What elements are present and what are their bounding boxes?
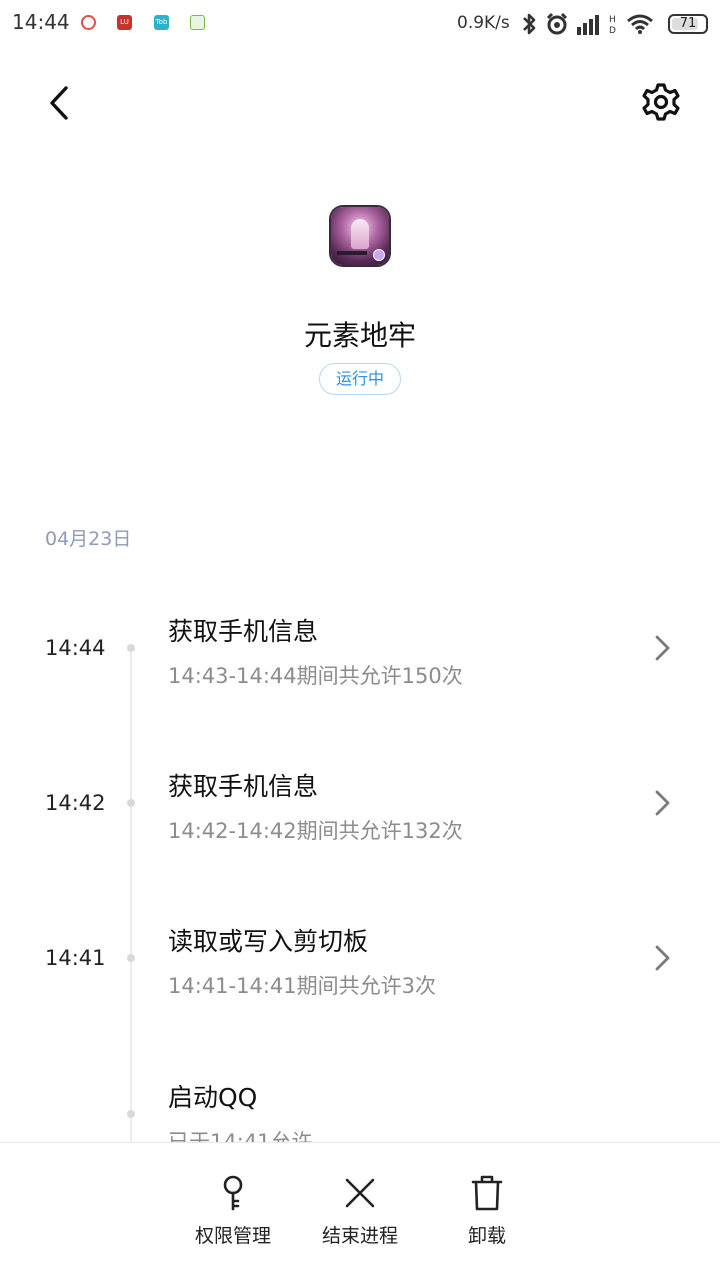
uninstall-button[interactable]: 卸载 bbox=[427, 1173, 547, 1253]
app-notification-1-icon bbox=[81, 15, 96, 30]
svg-text:D: D bbox=[609, 26, 616, 35]
timeline-detail: 14:41-14:41期间共允许3次 bbox=[168, 974, 436, 998]
settings-button[interactable] bbox=[638, 80, 684, 126]
chevron-right-icon bbox=[655, 635, 670, 661]
timeline-title: 获取手机信息 bbox=[168, 772, 319, 801]
timeline-dot bbox=[127, 1110, 135, 1118]
app-notification-4-icon bbox=[190, 15, 205, 30]
app-notification-3-icon: Tob bbox=[154, 15, 169, 30]
date-label: 04月23日 bbox=[45, 528, 132, 550]
bluetooth-icon bbox=[523, 13, 536, 35]
timeline-detail: 14:43-14:44期间共允许150次 bbox=[168, 664, 463, 688]
end-process-label: 结束进程 bbox=[321, 1225, 398, 1247]
signal-icon bbox=[577, 15, 599, 35]
chevron-right-icon bbox=[655, 945, 670, 971]
timeline-title: 启动QQ bbox=[168, 1083, 258, 1112]
status-bar: 14:44 LU Tob 0.9K/s H D 71 bbox=[0, 0, 720, 48]
wifi-icon bbox=[627, 14, 653, 34]
status-icons: H D bbox=[520, 10, 654, 38]
timeline-time: 14:41 bbox=[45, 946, 106, 970]
app-icon bbox=[331, 207, 389, 265]
app-name: 元素地牢 bbox=[303, 319, 416, 352]
end-process-button[interactable]: 结束进程 bbox=[300, 1173, 420, 1253]
timeline-dot bbox=[127, 799, 135, 807]
chevron-right-icon bbox=[655, 790, 670, 816]
hd-icon: H D bbox=[609, 15, 616, 35]
timeline-dot bbox=[127, 954, 135, 962]
uninstall-label: 卸载 bbox=[467, 1225, 506, 1247]
permissions-label: 权限管理 bbox=[194, 1225, 271, 1247]
status-badge: 运行中 bbox=[319, 363, 401, 395]
alarm-icon bbox=[546, 12, 568, 35]
battery-icon: 71 bbox=[668, 14, 708, 34]
battery-level: 71 bbox=[679, 16, 697, 31]
timeline-time: 14:42 bbox=[45, 791, 106, 815]
trash-icon bbox=[471, 1175, 503, 1211]
svg-text:H: H bbox=[609, 15, 616, 25]
gear-icon bbox=[642, 83, 680, 121]
status-time: 14:44 bbox=[12, 10, 70, 34]
timeline-title: 获取手机信息 bbox=[168, 617, 319, 646]
timeline-title: 读取或写入剪切板 bbox=[168, 927, 369, 956]
back-button[interactable] bbox=[38, 82, 82, 126]
permissions-button[interactable]: 权限管理 bbox=[173, 1173, 293, 1253]
app-notification-2-icon: LU bbox=[117, 15, 132, 30]
key-icon bbox=[223, 1175, 243, 1211]
timeline-item[interactable]: 14:44 获取手机信息 14:43-14:44期间共允许150次 bbox=[0, 600, 720, 720]
timeline-dot bbox=[127, 644, 135, 652]
close-icon bbox=[345, 1178, 375, 1208]
chevron-left-icon bbox=[50, 86, 68, 120]
bottom-action-bar: 权限管理 结束进程 卸载 bbox=[0, 1142, 720, 1280]
timeline-item[interactable]: 14:41 读取或写入剪切板 14:41-14:41期间共允许3次 bbox=[0, 910, 720, 1030]
timeline-item[interactable]: 14:42 获取手机信息 14:42-14:42期间共允许132次 bbox=[0, 755, 720, 875]
timeline-time: 14:44 bbox=[45, 636, 106, 660]
net-speed: 0.9K/s bbox=[457, 13, 510, 33]
timeline-detail: 14:42-14:42期间共允许132次 bbox=[168, 819, 463, 843]
